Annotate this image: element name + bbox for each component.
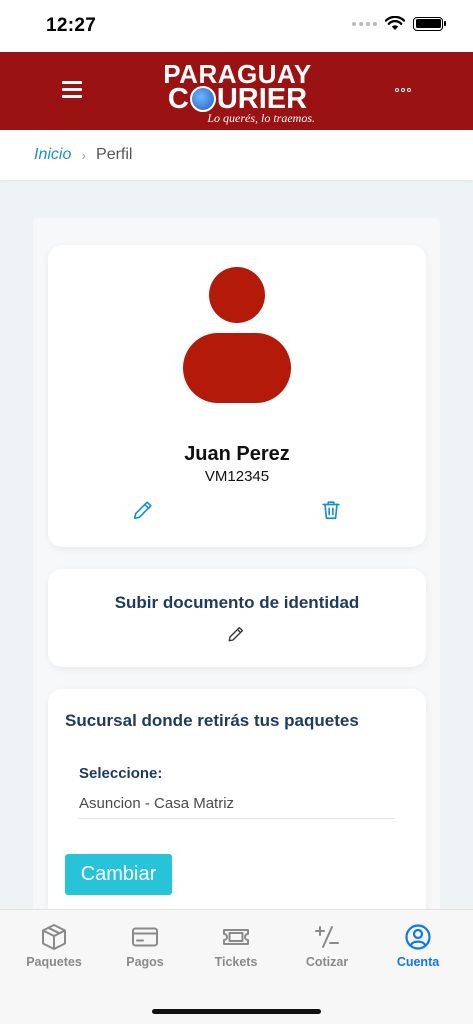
upload-document-pencil-icon[interactable] — [227, 625, 245, 643]
tab-paquetes[interactable]: Paquetes — [9, 922, 99, 978]
branch-card-title: Sucursal donde retirás tus paquetes — [65, 711, 359, 730]
status-icons — [352, 16, 446, 31]
bottom-tab-bar: Paquetes Pagos Tickets Cotizar Cuenta — [0, 909, 473, 1024]
identity-document-card: Subir documento de identidad — [48, 569, 426, 667]
battery-icon — [413, 16, 446, 31]
avatar — [183, 267, 291, 405]
breadcrumb-current: Perfil — [96, 146, 133, 163]
wifi-icon — [385, 16, 405, 30]
globe-icon — [189, 86, 216, 112]
branch-select[interactable]: Asuncion - Casa Matriz — [79, 795, 395, 819]
ticket-icon — [223, 929, 249, 945]
package-icon — [42, 924, 66, 950]
edit-profile-pencil-icon[interactable] — [132, 499, 154, 521]
tab-pagos[interactable]: Pagos — [100, 922, 190, 978]
breadcrumb: Inicio › Perfil — [0, 130, 473, 180]
calculator-icon — [315, 926, 339, 948]
home-indicator — [152, 1009, 321, 1014]
tab-cotizar[interactable]: Cotizar — [282, 922, 372, 978]
account-icon — [405, 924, 431, 950]
tab-tickets[interactable]: Tickets — [191, 922, 281, 978]
breadcrumb-home-link[interactable]: Inicio — [34, 146, 71, 164]
chevron-right-icon: › — [81, 147, 87, 163]
app-header: PARAGUAY C URIER Lo querés, lo traemos. — [0, 52, 473, 130]
profile-id: VM12345 — [204, 468, 270, 485]
cellular-signal-icon — [352, 21, 377, 26]
paraguay-courier-logo: PARAGUAY C URIER Lo querés, lo traemos. — [163, 59, 315, 125]
delete-trash-icon[interactable] — [320, 499, 342, 521]
credit-card-icon — [132, 927, 158, 947]
status-bar: 12:27 — [0, 0, 473, 52]
branch-select-label: Seleccione: — [79, 765, 163, 782]
status-time: 12:27 — [46, 15, 97, 36]
hamburger-menu-icon[interactable] — [62, 81, 82, 99]
profile-card: Juan Perez VM12345 — [48, 245, 426, 547]
more-options-icon[interactable] — [395, 88, 411, 92]
tab-cuenta[interactable]: Cuenta — [373, 922, 463, 978]
branch-card: Sucursal donde retirás tus paquetes Sele… — [48, 689, 426, 939]
document-card-title: Subir documento de identidad — [114, 593, 360, 612]
profile-name: Juan Perez — [184, 443, 290, 465]
change-branch-button[interactable]: Cambiar — [65, 854, 172, 895]
